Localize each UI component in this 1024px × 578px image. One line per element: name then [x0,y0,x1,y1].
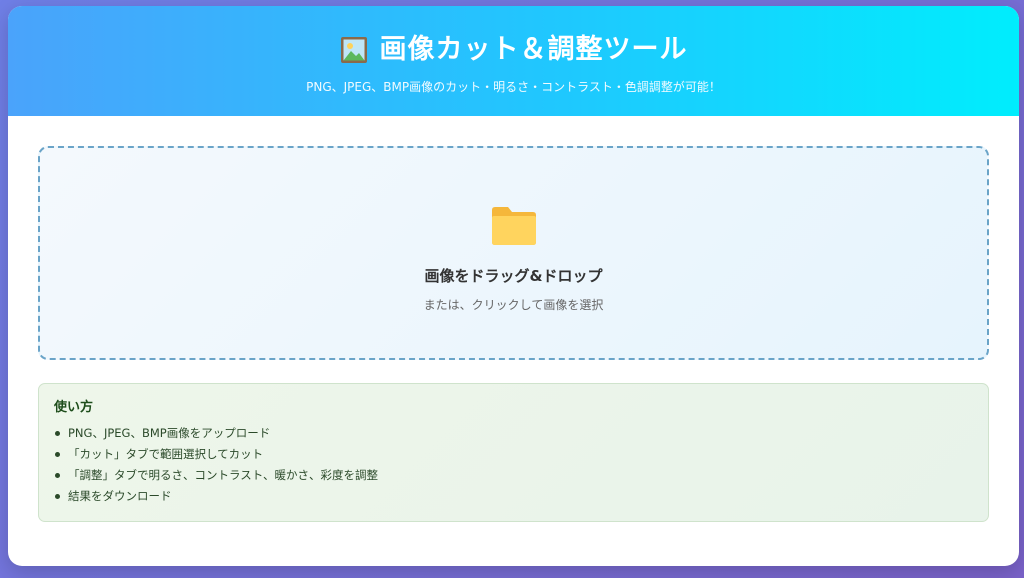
image-drop-zone[interactable]: 画像をドラッグ&ドロップ または、クリックして画像を選択 [38,146,989,360]
howto-list: PNG、JPEG、BMP画像をアップロード 「カット」タブで範囲選択してカット … [54,423,973,507]
drop-zone-subtitle: または、クリックして画像を選択 [423,298,604,312]
howto-panel: 使い方 PNG、JPEG、BMP画像をアップロード 「カット」タブで範囲選択して… [38,383,989,522]
howto-item: PNG、JPEG、BMP画像をアップロード [54,423,973,444]
app-card: 画像カット＆調整ツール PNG、JPEG、BMP画像のカット・明るさ・コントラス… [8,6,1019,566]
howto-title: 使い方 [54,400,94,415]
title-row: 画像カット＆調整ツール [340,30,688,70]
howto-item: 「カット」タブで範囲選択してカット [54,444,973,465]
framed-picture-icon [340,36,368,64]
howto-item: 「調整」タブで明るさ、コントラスト、暖かさ、彩度を調整 [54,465,973,486]
howto-item: 結果をダウンロード [54,486,973,507]
folder-icon [490,204,538,248]
app-title: 画像カット＆調整ツール [379,34,688,65]
app-header: 画像カット＆調整ツール PNG、JPEG、BMP画像のカット・明るさ・コントラス… [8,6,1019,116]
app-subtitle: PNG、JPEG、BMP画像のカット・明るさ・コントラスト・色調調整が可能！ [306,80,721,94]
drop-zone-title: 画像をドラッグ&ドロップ [424,267,603,285]
